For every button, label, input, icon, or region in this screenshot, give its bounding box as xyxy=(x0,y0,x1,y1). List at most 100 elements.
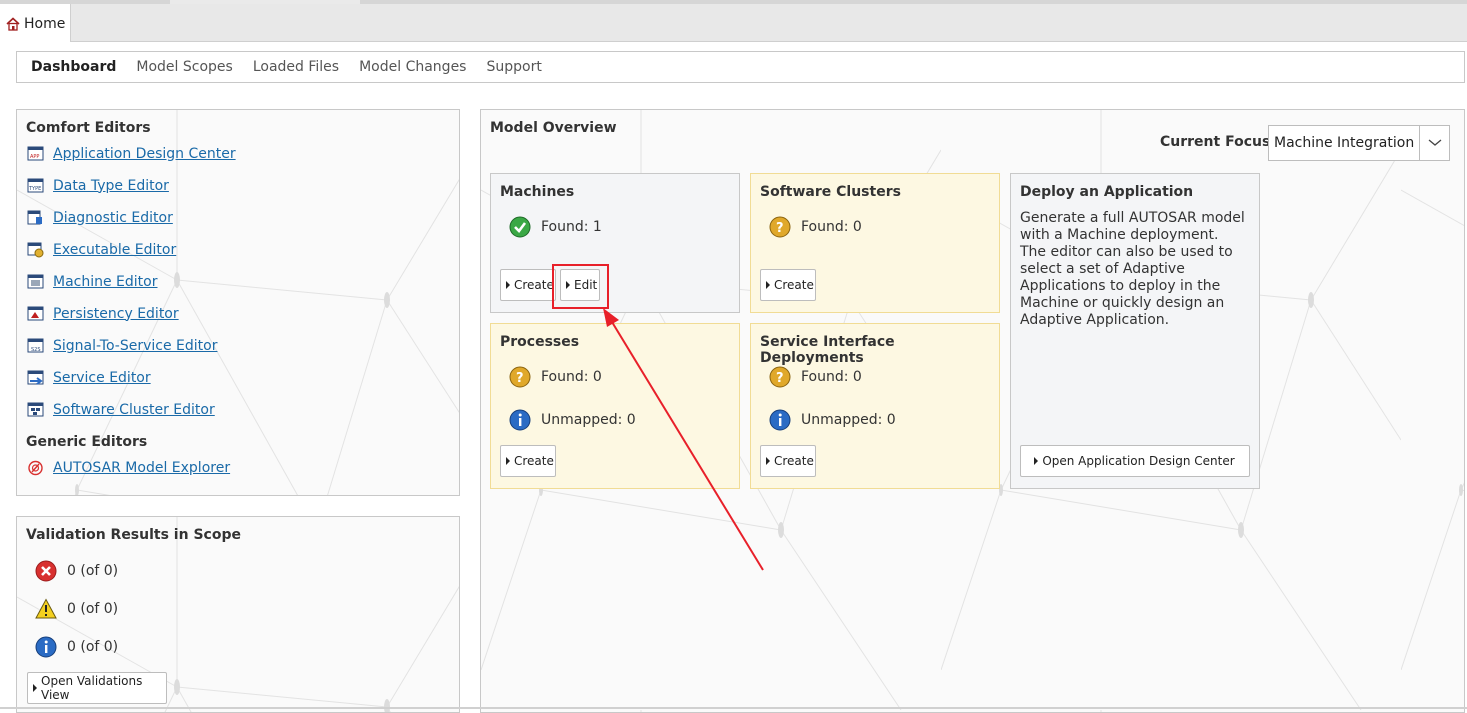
service-interface-deployments-title: Service Interface Deployments xyxy=(760,334,895,366)
chevron-down-icon[interactable] xyxy=(1419,126,1449,160)
software-clusters-create-button[interactable]: Create xyxy=(760,269,816,301)
machines-create-button[interactable]: Create xyxy=(500,269,556,301)
triangle-right-icon xyxy=(766,281,770,289)
question-icon: ? xyxy=(769,216,791,238)
persistency-editor-icon xyxy=(27,306,44,321)
current-focus-label: Current Focus: xyxy=(1160,134,1276,150)
nav-dashboard[interactable]: Dashboard xyxy=(31,59,116,75)
warning-icon xyxy=(35,598,57,619)
editor-link-label[interactable]: Executable Editor xyxy=(53,242,176,258)
deploy-description-line: Adaptive Application. xyxy=(1020,312,1170,328)
info-icon xyxy=(509,409,531,431)
sid-create-button[interactable]: Create xyxy=(760,445,816,477)
sid-found-count: Found: 0 xyxy=(801,369,862,385)
signal-to-service-editor-icon: S2S xyxy=(27,338,44,353)
editor-link-label[interactable]: AUTOSAR Model Explorer xyxy=(53,460,230,476)
machines-found-count: Found: 1 xyxy=(541,219,602,235)
processes-create-label: Create xyxy=(514,454,554,468)
deploy-application-card: Deploy an Application Generate a full AU… xyxy=(1010,173,1260,489)
editor-link-persistency-editor[interactable]: Persistency Editor xyxy=(27,305,179,322)
editor-link-label[interactable]: Software Cluster Editor xyxy=(53,402,215,418)
deploy-description-line: The editor can also be used to xyxy=(1020,244,1233,260)
editor-link-machine-editor[interactable]: Machine Editor xyxy=(27,273,158,290)
svg-text:?: ? xyxy=(776,221,784,236)
open-validations-view-button[interactable]: Open Validations View xyxy=(27,672,167,704)
application-design-center-icon: APP xyxy=(27,146,44,161)
machines-create-label: Create xyxy=(514,278,554,292)
processes-unmapped-row: Unmapped: 0 xyxy=(509,409,636,431)
error-icon xyxy=(35,560,57,582)
editor-link-label[interactable]: Persistency Editor xyxy=(53,306,179,322)
model-overview-panel: Model Overview Current Focus: Machine In… xyxy=(480,109,1465,713)
triangle-right-icon xyxy=(506,281,510,289)
deploy-description-line: Machine or quickly design an xyxy=(1020,295,1225,311)
editor-link-diagnostic-editor[interactable]: Diagnostic Editor xyxy=(27,209,173,226)
processes-create-button[interactable]: Create xyxy=(500,445,556,477)
sid-unmapped-count: Unmapped: 0 xyxy=(801,412,896,428)
editor-link-software-cluster-editor[interactable]: Software Cluster Editor xyxy=(27,401,215,418)
sid-found-row: ? Found: 0 xyxy=(769,366,862,388)
processes-found-row: ? Found: 0 xyxy=(509,366,602,388)
question-icon: ? xyxy=(769,366,791,388)
svg-text:TYPE: TYPE xyxy=(28,186,41,192)
editor-link-label[interactable]: Service Editor xyxy=(53,370,151,386)
deploy-description-line: select a set of Adaptive xyxy=(1020,261,1185,277)
sid-create-label: Create xyxy=(774,454,814,468)
info-icon xyxy=(769,409,791,431)
comfort-editors-panel: Comfort Editors APP Application Design C… xyxy=(16,109,460,496)
processes-card: Processes ? Found: 0 Unmapped: 0 Create xyxy=(490,323,740,489)
processes-found-count: Found: 0 xyxy=(541,369,602,385)
editor-link-label[interactable]: Diagnostic Editor xyxy=(53,210,173,226)
nav-model-changes[interactable]: Model Changes xyxy=(359,59,466,75)
svg-text:S2S: S2S xyxy=(31,347,41,353)
executable-editor-icon xyxy=(27,242,44,258)
svg-text:APP: APP xyxy=(30,154,39,160)
info-icon xyxy=(35,636,57,658)
bottom-separator xyxy=(0,707,1467,709)
nav-loaded-files[interactable]: Loaded Files xyxy=(253,59,339,75)
validation-errors-count: 0 (of 0) xyxy=(67,563,119,579)
generic-editors-title: Generic Editors xyxy=(26,434,148,450)
service-interface-deployments-card: Service Interface Deployments ? Found: 0… xyxy=(750,323,1000,489)
software-clusters-card: Software Clusters ? Found: 0 Create xyxy=(750,173,1000,313)
triangle-right-icon xyxy=(33,684,37,692)
editor-link-executable-editor[interactable]: Executable Editor xyxy=(27,241,176,258)
deploy-application-description: Generate a full AUTOSAR model with a Mac… xyxy=(1020,210,1250,329)
software-clusters-found-count: Found: 0 xyxy=(801,219,862,235)
validation-panel: Validation Results in Scope 0 (of 0) 0 (… xyxy=(16,516,460,713)
editor-link-label[interactable]: Application Design Center xyxy=(53,146,236,162)
machines-card: Machines Found: 1 Create Edit xyxy=(490,173,740,313)
editor-link-data-type-editor[interactable]: TYPE Data Type Editor xyxy=(27,177,169,194)
software-clusters-create-label: Create xyxy=(774,278,814,292)
open-application-design-center-button[interactable]: Open Application Design Center xyxy=(1020,445,1250,477)
nav-model-scopes[interactable]: Model Scopes xyxy=(136,59,232,75)
tab-home[interactable]: Home xyxy=(0,4,71,43)
editor-link-label[interactable]: Signal-To-Service Editor xyxy=(53,338,217,354)
nav-support[interactable]: Support xyxy=(486,59,541,75)
editor-link-service-editor[interactable]: Service Editor xyxy=(27,369,151,386)
question-icon: ? xyxy=(509,366,531,388)
diagnostic-editor-icon xyxy=(27,210,42,225)
comfort-editors-title: Comfort Editors xyxy=(26,120,151,136)
editor-link-application-design-center[interactable]: APP Application Design Center xyxy=(27,145,236,162)
dashboard-content: Dashboard Model Scopes Loaded Files Mode… xyxy=(0,42,1467,713)
edit-button-highlight xyxy=(552,264,609,309)
current-focus-value: Machine Integration xyxy=(1274,135,1415,151)
validation-errors-row: 0 (of 0) xyxy=(35,560,118,582)
machines-found-row: Found: 1 xyxy=(509,216,602,238)
deploy-description-line: with a Machine deployment. xyxy=(1020,227,1219,243)
tab-home-label: Home xyxy=(24,15,66,32)
editor-link-label[interactable]: Data Type Editor xyxy=(53,178,169,194)
check-icon xyxy=(509,216,531,238)
editor-link-autosar-model-explorer[interactable]: AUTOSAR Model Explorer xyxy=(27,459,230,476)
validation-warnings-count: 0 (of 0) xyxy=(67,601,119,617)
editor-link-signal-to-service-editor[interactable]: S2S Signal-To-Service Editor xyxy=(27,337,217,354)
editor-link-label[interactable]: Machine Editor xyxy=(53,274,158,290)
svg-text:?: ? xyxy=(776,371,784,386)
software-clusters-title: Software Clusters xyxy=(760,184,901,200)
home-icon xyxy=(6,16,20,31)
current-focus-select[interactable]: Machine Integration xyxy=(1268,125,1450,161)
triangle-right-icon xyxy=(766,457,770,465)
model-overview-title: Model Overview xyxy=(490,120,617,136)
dashboard-nav: Dashboard Model Scopes Loaded Files Mode… xyxy=(16,51,1465,83)
